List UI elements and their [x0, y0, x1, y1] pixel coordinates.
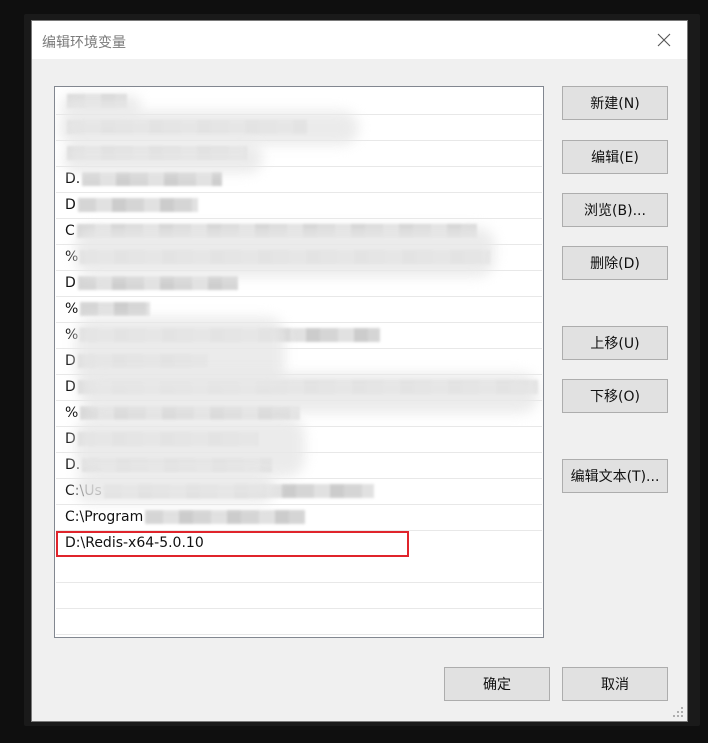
edit-env-var-dialog: 编辑环境变量 D.DC%D%%DD%DD.C:\UsC:\ProgramD:\R… [31, 20, 688, 722]
edit-text-button[interactable]: 编辑文本(T)... [562, 459, 668, 493]
redaction-smear [75, 473, 275, 503]
close-button[interactable] [641, 21, 687, 59]
redacted-text [77, 198, 198, 212]
move-down-button[interactable]: 下移(O) [562, 379, 668, 413]
cancel-button[interactable]: 取消 [562, 667, 668, 701]
list-item-empty [56, 609, 542, 635]
new-button[interactable]: 新建(N) [562, 86, 668, 120]
list-item-text: % [65, 301, 79, 317]
redacted-text [145, 510, 306, 524]
path-list[interactable]: D.DC%D%%DD%DD.C:\UsC:\ProgramD:\Redis-x6… [54, 86, 544, 638]
list-item-text: % [65, 405, 79, 421]
list-item-text: C:\Program [65, 509, 144, 525]
redacted-text [80, 302, 151, 316]
resize-grip-icon[interactable] [672, 706, 684, 718]
browse-button[interactable]: 浏览(B)... [562, 193, 668, 227]
list-item-empty [56, 557, 542, 583]
list-item[interactable]: C:\Program [56, 505, 542, 531]
list-item-text: D [65, 197, 76, 213]
redaction-smear [75, 417, 305, 477]
list-item-text: D [65, 379, 76, 395]
list-item-selected[interactable]: D:\Redis-x64-5.0.10 [56, 531, 409, 557]
redaction-smear [75, 227, 495, 277]
edit-button[interactable]: 编辑(E) [562, 140, 668, 174]
ok-button[interactable]: 确定 [444, 667, 550, 701]
list-item-empty [56, 583, 542, 609]
list-item-text: C [65, 223, 75, 239]
redaction-smear [59, 111, 359, 145]
delete-button[interactable]: 删除(D) [562, 246, 668, 280]
redaction-smear [79, 373, 539, 413]
move-up-button[interactable]: 上移(U) [562, 326, 668, 360]
dialog-title: 编辑环境变量 [42, 35, 126, 51]
list-item-text: D. [65, 171, 81, 187]
close-icon [657, 33, 671, 47]
redacted-text [77, 276, 238, 290]
redaction-smear [63, 143, 263, 173]
redacted-text [82, 172, 223, 186]
list-item-text: D [65, 275, 76, 291]
title-bar: 编辑环境变量 [32, 21, 687, 59]
list-item[interactable]: D [56, 193, 542, 219]
list-item-text: D:\Redis-x64-5.0.10 [65, 535, 204, 551]
